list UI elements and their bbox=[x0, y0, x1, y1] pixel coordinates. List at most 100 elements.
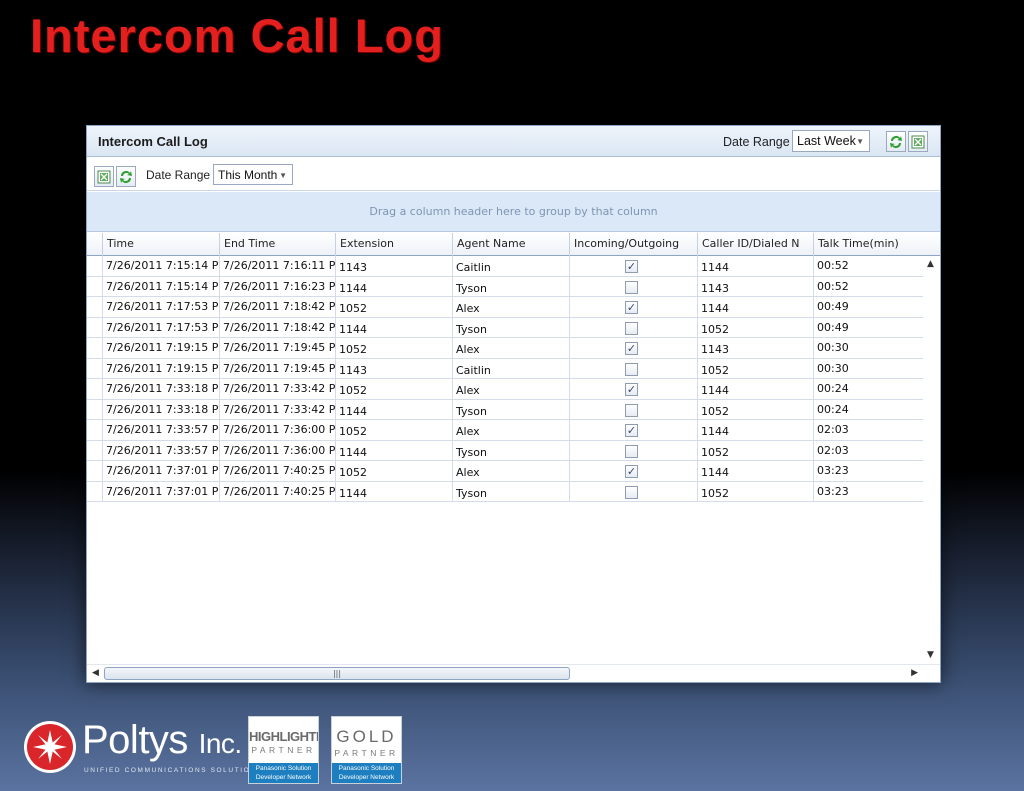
incoming-checkbox[interactable] bbox=[625, 444, 638, 458]
incoming-checkbox[interactable]: ✓ bbox=[625, 383, 638, 396]
cell-time: 7/26/2011 7:15:14 P bbox=[102, 276, 219, 297]
header-date-range-label: Date Range bbox=[723, 135, 790, 149]
cell-time: 7/26/2011 7:19:15 P bbox=[102, 358, 219, 379]
incoming-checkbox[interactable]: ✓ bbox=[625, 465, 638, 478]
column-header-end-time[interactable]: End Time bbox=[219, 233, 335, 256]
table-row[interactable]: 7/26/2011 7:33:18 P 7/26/2011 7:33:42 P 11… bbox=[87, 399, 923, 420]
cell-agent-name: Tyson bbox=[452, 440, 569, 461]
scroll-down-icon[interactable]: ▼ bbox=[927, 650, 934, 660]
incoming-checkbox[interactable]: ✓ bbox=[625, 424, 638, 437]
header-date-range-select[interactable]: Last Week ▼ bbox=[792, 130, 870, 152]
cell-talk-time: 00:24 bbox=[813, 399, 923, 420]
cell-caller-id: 1144 bbox=[697, 297, 813, 317]
cell-end-time: 7/26/2011 7:33:42 P bbox=[219, 399, 335, 420]
badge-subtitle: PARTNER bbox=[251, 745, 316, 755]
cell-extension: 1052 bbox=[335, 379, 452, 399]
table-row[interactable]: 7/26/2011 7:33:57 P 7/26/2011 7:36:00 P 11… bbox=[87, 440, 923, 461]
grid-toolbar: Date Range This Month ▼ bbox=[87, 158, 940, 191]
cell-talk-time: 00:24 bbox=[813, 379, 923, 399]
group-by-hint: Drag a column header here to group by th… bbox=[369, 205, 658, 218]
grid-header: Time End Time Extension Agent Name Incom… bbox=[87, 233, 940, 256]
incoming-checkbox[interactable]: ✓ bbox=[625, 260, 638, 273]
incoming-checkbox[interactable]: ✓ bbox=[625, 301, 638, 314]
incoming-checkbox[interactable] bbox=[625, 321, 638, 335]
horizontal-scrollbar[interactable]: ◀ ||| ▶ bbox=[87, 664, 940, 682]
brand-suffix: Inc. bbox=[198, 728, 243, 759]
cell-time: 7/26/2011 7:15:14 P bbox=[102, 256, 219, 276]
cell-talk-time: 03:23 bbox=[813, 461, 923, 481]
toolbar-export-excel-button[interactable] bbox=[94, 166, 114, 187]
cell-extension: 1144 bbox=[335, 317, 452, 338]
cell-time: 7/26/2011 7:33:57 P bbox=[102, 440, 219, 461]
cell-time: 7/26/2011 7:17:53 P bbox=[102, 317, 219, 338]
horizontal-scroll-thumb[interactable]: ||| bbox=[104, 667, 570, 680]
cell-end-time: 7/26/2011 7:16:23 P bbox=[219, 276, 335, 297]
cell-agent-name: Alex bbox=[452, 461, 569, 481]
table-row[interactable]: 7/26/2011 7:17:53 P 7/26/2011 7:18:42 P 10… bbox=[87, 297, 923, 318]
column-header-agent-name[interactable]: Agent Name bbox=[452, 233, 569, 256]
toolbar-date-range-select[interactable]: This Month ▼ bbox=[213, 164, 293, 185]
highlighted-partner-badge: HIGHLIGHTED PARTNER Panasonic Solution D… bbox=[248, 716, 319, 784]
badge-footer-line2: Developer Network bbox=[338, 774, 395, 781]
incoming-checkbox[interactable] bbox=[625, 280, 638, 294]
cell-extension: 1144 bbox=[335, 440, 452, 461]
cell-caller-id: 1052 bbox=[697, 481, 813, 502]
column-header-time[interactable]: Time bbox=[102, 233, 219, 256]
badge-footer-line1: Panasonic Solution bbox=[255, 765, 312, 772]
group-by-panel[interactable]: Drag a column header here to group by th… bbox=[87, 192, 940, 232]
cell-agent-name: Alex bbox=[452, 420, 569, 440]
call-log-window: Intercom Call Log Date Range Last Week ▼ bbox=[86, 125, 941, 683]
slide-title: Intercom Call Log bbox=[30, 9, 444, 62]
incoming-checkbox[interactable] bbox=[625, 362, 638, 376]
cell-extension: 1144 bbox=[335, 399, 452, 420]
column-header-incoming-outgoing[interactable]: Incoming/Outgoing bbox=[569, 233, 697, 256]
table-row[interactable]: 7/26/2011 7:37:01 P 7/26/2011 7:40:25 P 10… bbox=[87, 461, 923, 482]
column-header-talk-time[interactable]: Talk Time(min) bbox=[813, 233, 923, 256]
cell-time: 7/26/2011 7:33:18 P bbox=[102, 399, 219, 420]
cell-end-time: 7/26/2011 7:36:00 P bbox=[219, 420, 335, 440]
table-row[interactable]: 7/26/2011 7:19:15 P 7/26/2011 7:19:45 P 11… bbox=[87, 358, 923, 379]
scroll-up-icon[interactable]: ▲ bbox=[927, 259, 934, 269]
badge-footer: Panasonic Solution Developer Network bbox=[332, 763, 401, 783]
badge-footer-line1: Panasonic Solution bbox=[338, 765, 395, 772]
cell-end-time: 7/26/2011 7:40:25 P bbox=[219, 461, 335, 481]
incoming-checkbox[interactable] bbox=[625, 485, 638, 499]
cell-talk-time: 00:49 bbox=[813, 317, 923, 338]
grid-body: 7/26/2011 7:15:14 P 7/26/2011 7:16:11 P 11… bbox=[87, 256, 923, 502]
window-header: Intercom Call Log Date Range Last Week ▼ bbox=[87, 126, 940, 157]
table-row[interactable]: 7/26/2011 7:33:18 P 7/26/2011 7:33:42 P 10… bbox=[87, 379, 923, 400]
table-row[interactable]: 7/26/2011 7:33:57 P 7/26/2011 7:36:00 P 10… bbox=[87, 420, 923, 441]
table-row[interactable]: 7/26/2011 7:15:14 P 7/26/2011 7:16:11 P 11… bbox=[87, 256, 923, 277]
cell-time: 7/26/2011 7:17:53 P bbox=[102, 297, 219, 317]
cell-caller-id: 1144 bbox=[697, 256, 813, 276]
cell-talk-time: 00:52 bbox=[813, 276, 923, 297]
cell-end-time: 7/26/2011 7:18:42 P bbox=[219, 317, 335, 338]
table-row[interactable]: 7/26/2011 7:19:15 P 7/26/2011 7:19:45 P 10… bbox=[87, 338, 923, 359]
header-export-excel-button[interactable] bbox=[908, 131, 928, 152]
cell-extension: 1052 bbox=[335, 461, 452, 481]
chevron-down-icon: ▼ bbox=[856, 137, 864, 146]
cell-caller-id: 1143 bbox=[697, 338, 813, 358]
incoming-checkbox[interactable] bbox=[625, 403, 638, 417]
cell-caller-id: 1052 bbox=[697, 440, 813, 461]
table-row[interactable]: 7/26/2011 7:37:01 P 7/26/2011 7:40:25 P 11… bbox=[87, 481, 923, 502]
scroll-left-icon[interactable]: ◀ bbox=[92, 668, 99, 678]
cell-time: 7/26/2011 7:19:15 P bbox=[102, 338, 219, 358]
cell-incoming-outgoing: ✓ bbox=[569, 461, 697, 481]
column-header-extension[interactable]: Extension bbox=[335, 233, 452, 256]
brand-name: Poltys Inc. bbox=[82, 718, 242, 763]
table-row[interactable]: 7/26/2011 7:17:53 P 7/26/2011 7:18:42 P 11… bbox=[87, 317, 923, 338]
cell-extension: 1052 bbox=[335, 297, 452, 317]
header-refresh-button[interactable] bbox=[886, 131, 906, 152]
scroll-right-icon[interactable]: ▶ bbox=[911, 668, 918, 678]
table-row[interactable]: 7/26/2011 7:15:14 P 7/26/2011 7:16:23 P 11… bbox=[87, 276, 923, 297]
vertical-scrollbar[interactable]: ▲ ▼ bbox=[923, 256, 940, 664]
toolbar-refresh-button[interactable] bbox=[116, 166, 136, 187]
gold-partner-badge: GOLD PARTNER Panasonic Solution Develope… bbox=[331, 716, 402, 784]
column-header-caller-id[interactable]: Caller ID/Dialed N bbox=[697, 233, 813, 256]
incoming-checkbox[interactable]: ✓ bbox=[625, 342, 638, 355]
cell-agent-name: Tyson bbox=[452, 317, 569, 338]
cell-extension: 1144 bbox=[335, 481, 452, 502]
badge-footer-line2: Developer Network bbox=[255, 774, 312, 781]
cell-incoming-outgoing: ✓ bbox=[569, 338, 697, 358]
